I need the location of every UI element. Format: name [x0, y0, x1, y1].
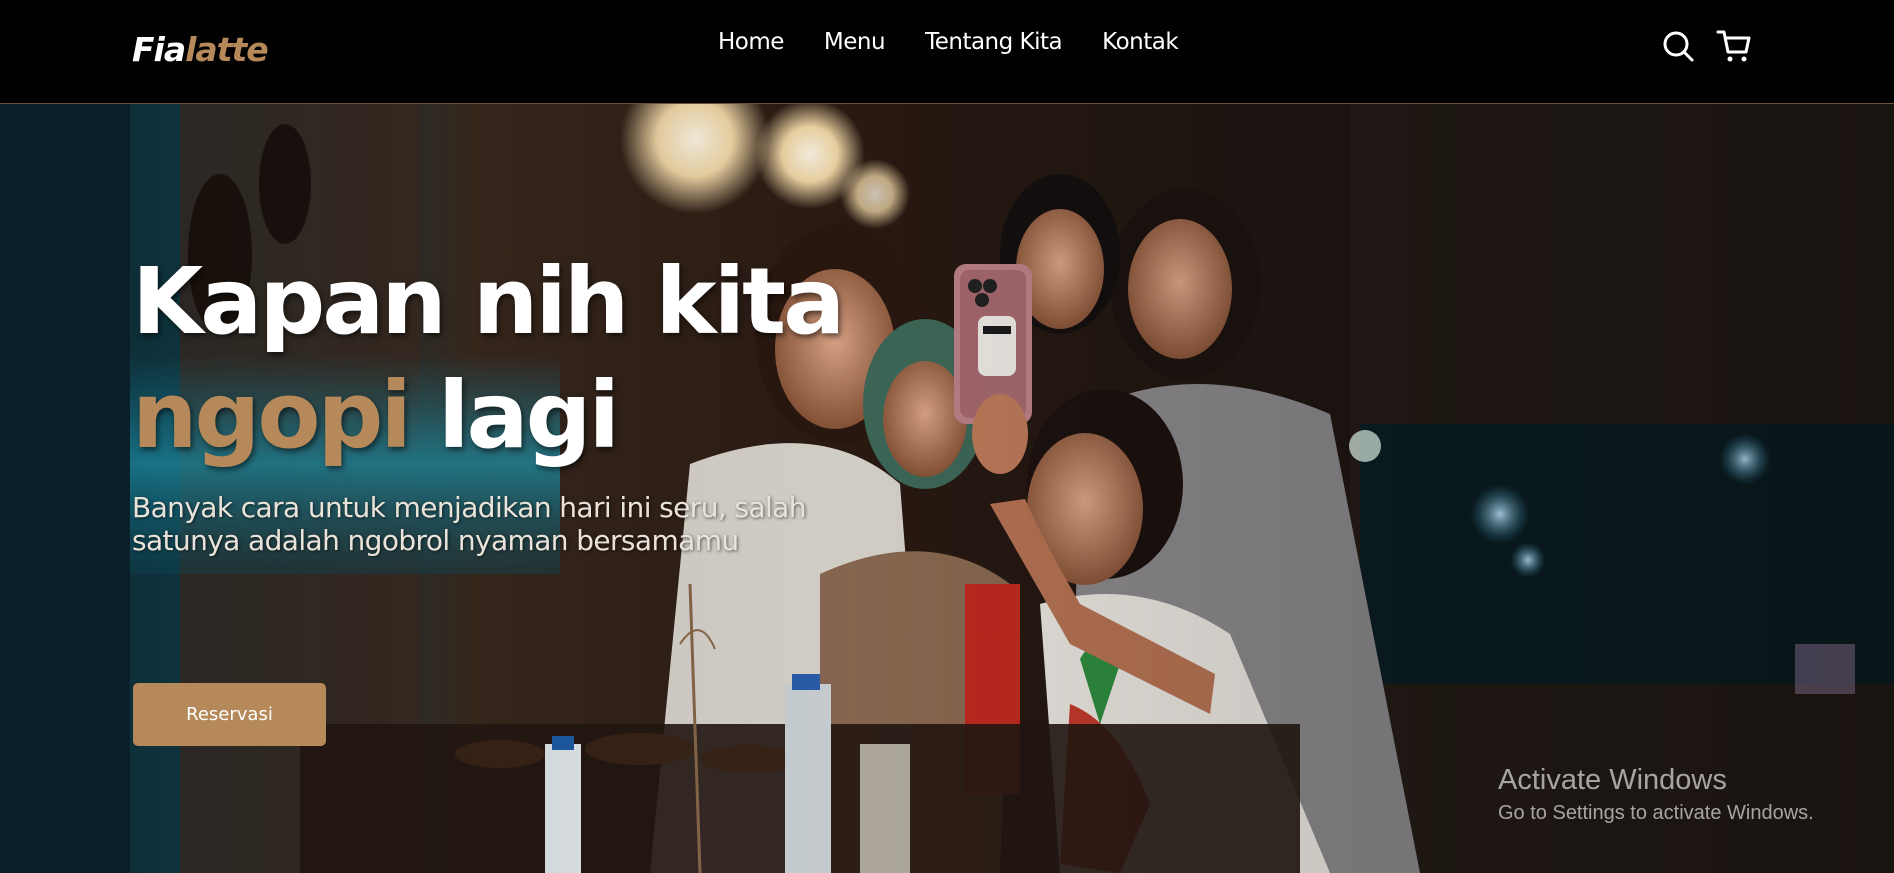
reservasi-button[interactable]: Reservasi: [133, 683, 326, 746]
hero-title-line-1: Kapan nih kita: [132, 248, 845, 355]
nav-icons: [1660, 28, 1752, 64]
logo-text-accent: latte: [185, 30, 269, 69]
hero-section: Kapan nih kita ngopi lagi Banyak cara un…: [0, 104, 1894, 873]
navbar: Fialatte Home Menu Tentang Kita Kontak: [0, 0, 1894, 104]
hero-content: Kapan nih kita ngopi lagi Banyak cara un…: [132, 245, 892, 557]
search-icon[interactable]: [1660, 28, 1696, 64]
watermark-subtitle: Go to Settings to activate Windows.: [1498, 802, 1814, 824]
shopping-cart-icon[interactable]: [1716, 28, 1752, 64]
windows-activation-watermark: Activate Windows Go to Settings to activ…: [1498, 762, 1814, 826]
hero-title: Kapan nih kita ngopi lagi: [132, 245, 892, 473]
nav-link-home[interactable]: Home: [718, 26, 784, 58]
main-nav: Home Menu Tentang Kita Kontak: [718, 26, 1218, 58]
hero-title-rest: lagi: [408, 362, 620, 469]
hero-title-line-2: ngopi lagi: [132, 359, 892, 473]
site-logo[interactable]: Fialatte: [132, 30, 269, 69]
nav-link-kontak[interactable]: Kontak: [1102, 26, 1179, 58]
logo-text-primary: Fia: [132, 30, 186, 69]
nav-link-menu[interactable]: Menu: [824, 26, 886, 58]
hero-subtitle: Banyak cara untuk menjadikan hari ini se…: [132, 491, 806, 557]
nav-link-tentang-kita[interactable]: Tentang Kita: [925, 26, 1063, 58]
hero-title-accent: ngopi: [132, 362, 412, 469]
watermark-title: Activate Windows: [1498, 764, 1727, 796]
